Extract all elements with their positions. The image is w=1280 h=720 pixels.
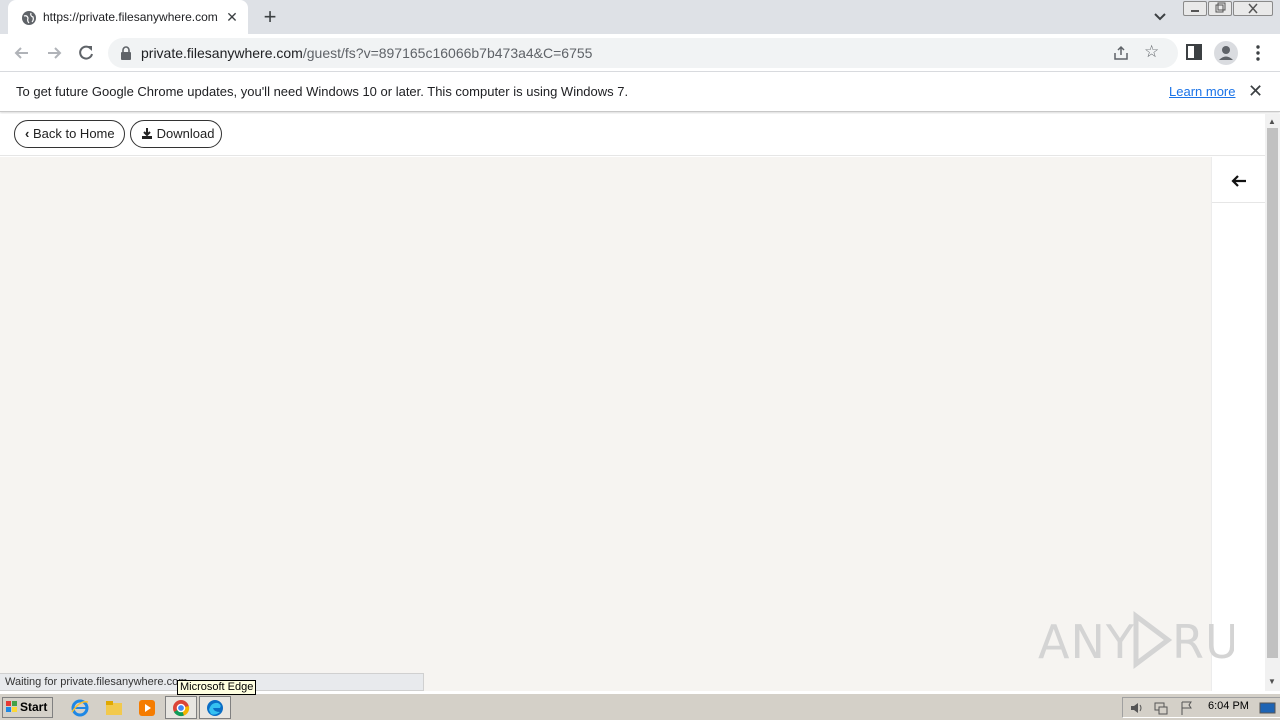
tab-strip: https://private.filesanywhere.com/g ✕ + xyxy=(0,0,1280,34)
anyrun-logo: ANY RUN xyxy=(1038,611,1274,669)
share-icon[interactable] xyxy=(1112,44,1130,62)
browser-toolbar: private.filesanywhere.com/guest/fs?v=897… xyxy=(0,34,1280,72)
edge-taskbar-button[interactable] xyxy=(199,696,231,719)
media-player-icon[interactable] xyxy=(137,698,157,718)
scrollbar-thumb[interactable] xyxy=(1267,128,1278,658)
kebab-menu-icon[interactable] xyxy=(1250,43,1266,63)
minimize-button[interactable] xyxy=(1183,1,1207,16)
chevron-down-icon[interactable] xyxy=(1150,8,1170,26)
update-infobar: To get future Google Chrome updates, you… xyxy=(0,72,1280,112)
back-to-home-label: Back to Home xyxy=(32,126,115,141)
person-icon xyxy=(1219,46,1233,60)
viewer-header: ‹ Back to Home Download xyxy=(0,114,1265,156)
show-desktop-icon[interactable] xyxy=(1259,700,1277,716)
url-text[interactable]: private.filesanywhere.com/guest/fs?v=897… xyxy=(141,45,592,61)
profile-avatar[interactable] xyxy=(1214,41,1238,65)
tab-title: https://private.filesanywhere.com/g xyxy=(43,10,218,24)
page-scrollbar[interactable]: ▲ ▼ xyxy=(1265,114,1280,691)
chrome-taskbar-button[interactable] xyxy=(165,696,197,719)
windows-taskbar: Start 6:04 PM xyxy=(0,693,1280,720)
windows-flag-icon xyxy=(6,701,17,712)
back-arrow-icon[interactable] xyxy=(11,42,33,64)
divider xyxy=(1212,202,1266,203)
download-label: Download xyxy=(156,126,215,141)
download-button[interactable]: Download xyxy=(130,120,222,148)
start-button[interactable]: Start xyxy=(2,697,53,718)
taskbar-clock[interactable]: 6:04 PM xyxy=(1208,700,1249,712)
tab-close-icon[interactable]: ✕ xyxy=(224,9,240,25)
network-icon[interactable] xyxy=(1153,700,1169,716)
document-viewer-area[interactable] xyxy=(0,157,1211,691)
scroll-down-icon[interactable]: ▼ xyxy=(1268,677,1276,686)
learn-more-link[interactable]: Learn more xyxy=(1169,84,1235,99)
page-content: ‹ Back to Home Download xyxy=(0,114,1266,691)
browser-tab[interactable]: https://private.filesanywhere.com/g ✕ xyxy=(8,0,248,34)
anyrun-watermark: ANY RUN xyxy=(1038,608,1274,672)
infobar-message: To get future Google Chrome updates, you… xyxy=(16,84,629,99)
back-to-home-button[interactable]: ‹ Back to Home xyxy=(14,120,125,148)
close-window-button[interactable] xyxy=(1233,1,1273,16)
globe-icon xyxy=(22,11,36,25)
volume-icon[interactable] xyxy=(1129,700,1145,716)
new-tab-button[interactable]: + xyxy=(258,6,282,28)
bookmark-star-icon[interactable]: ☆ xyxy=(1144,43,1162,61)
restore-button[interactable] xyxy=(1208,1,1232,16)
chrome-icon xyxy=(173,700,190,717)
lock-icon[interactable] xyxy=(120,46,132,60)
internet-explorer-icon[interactable] xyxy=(70,698,90,718)
arrow-left-icon[interactable] xyxy=(1228,171,1250,191)
start-label: Start xyxy=(20,700,48,714)
download-icon xyxy=(142,128,152,139)
scroll-up-icon[interactable]: ▲ xyxy=(1268,117,1276,126)
forward-arrow-icon[interactable] xyxy=(43,42,65,64)
chevron-left-icon: ‹ xyxy=(25,126,30,141)
address-bar[interactable]: private.filesanywhere.com/guest/fs?v=897… xyxy=(108,38,1178,68)
system-tray xyxy=(1122,697,1280,718)
svg-text:RUN: RUN xyxy=(1172,615,1234,669)
svg-text:ANY: ANY xyxy=(1038,615,1135,669)
taskbar-tooltip: Microsoft Edge xyxy=(177,680,257,695)
action-center-flag-icon[interactable] xyxy=(1179,700,1195,716)
infobar-close-icon[interactable]: ✕ xyxy=(1248,82,1264,100)
reload-icon[interactable] xyxy=(75,42,97,64)
edge-icon xyxy=(207,700,223,716)
file-explorer-icon[interactable] xyxy=(104,698,124,718)
side-panel-icon[interactable] xyxy=(1186,44,1202,60)
